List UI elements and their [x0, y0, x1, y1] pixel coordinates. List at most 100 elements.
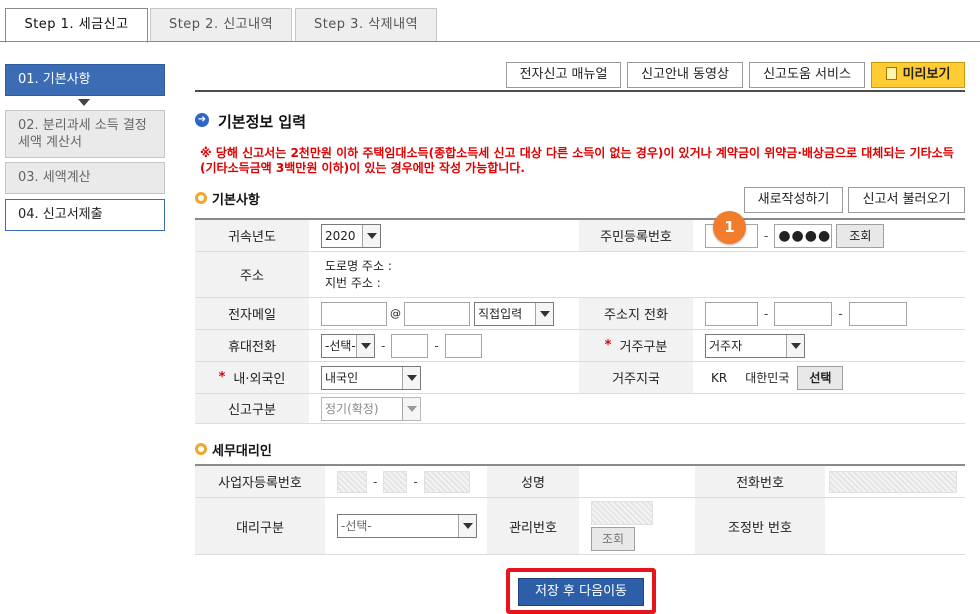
mobile-part2-input[interactable]	[391, 333, 429, 358]
country-name: 대한민국	[745, 371, 790, 385]
home-phone-label: 주소지 전화	[579, 298, 693, 329]
nationality-select[interactable]: 내국인	[321, 365, 421, 390]
email-domain-input[interactable]	[404, 301, 470, 326]
home-phone-part3-input[interactable]	[848, 301, 907, 326]
mobile-label: 휴대전화	[195, 330, 309, 361]
save-and-next-button[interactable]: 저장 후 다음이동	[518, 578, 644, 606]
section-title: 기본정보 입력	[218, 113, 307, 131]
document-icon	[885, 67, 897, 80]
form-row: 귀속년도 2020 주민등록번호 - ●●●● 조회	[195, 220, 965, 252]
country-select-button[interactable]: 선택	[797, 365, 844, 390]
email-id-input[interactable]	[321, 301, 387, 326]
e-filing-manual-button[interactable]: 전자신고 매뉴얼	[506, 62, 621, 88]
email-domain-select[interactable]: 직접입력	[474, 301, 554, 326]
agent-phone-label: 전화번호	[695, 466, 825, 497]
biz-no-part3-input[interactable]	[423, 470, 470, 493]
country-code: KR	[711, 370, 728, 385]
new-form-button[interactable]: 새로작성하기	[744, 187, 843, 213]
dash-separator: -	[838, 306, 843, 321]
form-row: 대리구분 -선택- 관리번호 조회 조정반 번호	[195, 498, 965, 555]
dash-separator: -	[764, 306, 769, 321]
rrn-label: 주민등록번호	[579, 220, 693, 251]
arrow-right-circle-icon: ➜	[195, 113, 209, 127]
report-type-label: 신고구분	[195, 394, 309, 423]
dash-separator: -	[764, 228, 769, 243]
chevron-down-icon	[402, 397, 420, 420]
nationality-label: * 내·외국인	[195, 362, 309, 393]
required-marker: *	[218, 370, 226, 385]
road-address-text: 도로명 주소 :	[325, 258, 392, 273]
basic-info-form: 귀속년도 2020 주민등록번호 - ●●●● 조회 주소 도로명 주소 : 지…	[195, 218, 965, 424]
team-no-label: 조정반 번호	[695, 498, 825, 554]
guide-video-button[interactable]: 신고안내 동영상	[627, 62, 743, 88]
form-row: 휴대전화 -선택- - - * 거주구분 거주자	[195, 330, 965, 362]
residence-type-value: 거주자	[709, 338, 743, 353]
agent-type-select[interactable]: -선택-	[337, 514, 477, 538]
mgmt-no-lookup-button[interactable]: 조회	[591, 527, 635, 551]
mobile-prefix-select[interactable]: -선택-	[321, 333, 375, 358]
rrn-back-input[interactable]: ●●●●	[774, 223, 833, 248]
home-phone-part1-input[interactable]	[705, 301, 758, 326]
chevron-down-icon	[356, 334, 374, 357]
agent-name-label: 성명	[487, 466, 579, 497]
year-select[interactable]: 2020	[321, 223, 381, 248]
form-row: * 내·외국인 내국인 거주지국 KR 대한민국 선택	[195, 362, 965, 394]
dash-separator: -	[373, 474, 378, 489]
chevron-down-icon	[362, 224, 380, 247]
help-service-button[interactable]: 신고도움 서비스	[749, 62, 865, 88]
step-tabs: Step 1. 세금신고 Step 2. 신고내역 Step 3. 삭제내역	[0, 0, 980, 43]
year-label: 귀속년도	[195, 220, 309, 251]
home-phone-part2-input[interactable]	[774, 301, 833, 326]
chevron-down-icon	[786, 334, 804, 357]
side-nav-tax-calc[interactable]: 03. 세액계산	[5, 162, 165, 194]
agent-form: 사업자등록번호 - - 성명 전화번호 대리구분 -선택- 관리번호 조회 조정…	[195, 464, 965, 555]
side-nav-separate-tax-calc[interactable]: 02. 분리과세 소득 결정세액 계산서	[5, 110, 165, 158]
side-nav-submit[interactable]: 04. 신고서제출	[5, 199, 165, 231]
biz-no-part2-input[interactable]	[383, 470, 408, 493]
address-label: 주소	[195, 252, 309, 297]
dash-separator: -	[434, 338, 439, 353]
mobile-prefix-value: -선택-	[325, 338, 356, 353]
rrn-lookup-button[interactable]: 조회	[836, 223, 885, 248]
basic-section-title: 기본사항	[212, 193, 260, 208]
required-marker: *	[604, 338, 612, 353]
email-domain-select-value: 직접입력	[478, 306, 523, 321]
dash-separator: -	[381, 338, 386, 353]
biz-no-part1-input[interactable]	[337, 470, 367, 493]
chevron-down-icon	[402, 366, 420, 389]
dash-separator: -	[413, 474, 418, 489]
chevron-down-icon	[458, 515, 476, 537]
report-type-select[interactable]: 정기(확정)	[321, 396, 421, 421]
tab-divider	[0, 41, 980, 42]
save-highlight: 저장 후 다음이동	[506, 568, 656, 614]
form-row: 전자메일 @ 직접입력 주소지 전화 - -	[195, 298, 965, 330]
report-type-value: 정기(확정)	[325, 401, 379, 416]
preview-button[interactable]: 미리보기	[871, 62, 965, 88]
agent-phone-input[interactable]	[829, 470, 957, 493]
tab-step3-deleted-history[interactable]: Step 3. 삭제내역	[295, 8, 437, 42]
email-at-sign: @	[390, 307, 401, 320]
agent-type-label: 대리구분	[195, 498, 325, 554]
mgmt-no-input[interactable]	[591, 501, 653, 525]
notice-text: ※ 당해 신고서는 2천만원 이하 주택임대소득(종합소득세 신고 대상 다른 …	[200, 146, 954, 175]
chevron-down-icon	[535, 302, 553, 325]
residence-type-label: * 거주구분	[579, 330, 693, 361]
tab-step1-tax-report[interactable]: Step 1. 세금신고	[5, 8, 148, 43]
residence-type-label-text: 거주구분	[619, 340, 668, 355]
bullet-icon	[195, 443, 207, 455]
residence-type-select[interactable]: 거주자	[705, 333, 805, 358]
agent-type-value: -선택-	[341, 519, 372, 533]
load-form-button[interactable]: 신고서 불러오기	[848, 187, 965, 213]
form-row: 사업자등록번호 - - 성명 전화번호	[195, 466, 965, 498]
side-nav-basic-info[interactable]: 01. 기본사항	[5, 64, 165, 96]
email-label: 전자메일	[195, 298, 309, 329]
year-value: 2020	[325, 228, 356, 243]
bullet-icon	[195, 192, 207, 204]
tab-step2-report-history[interactable]: Step 2. 신고내역	[150, 8, 292, 42]
residence-country-label: 거주지국	[579, 362, 693, 393]
form-row: 주소 도로명 주소 : 지번 주소 :	[195, 252, 965, 298]
preview-label: 미리보기	[902, 67, 951, 82]
mobile-part3-input[interactable]	[444, 333, 482, 358]
lot-address-text: 지번 주소 :	[325, 275, 381, 290]
active-indicator-icon	[78, 99, 90, 106]
